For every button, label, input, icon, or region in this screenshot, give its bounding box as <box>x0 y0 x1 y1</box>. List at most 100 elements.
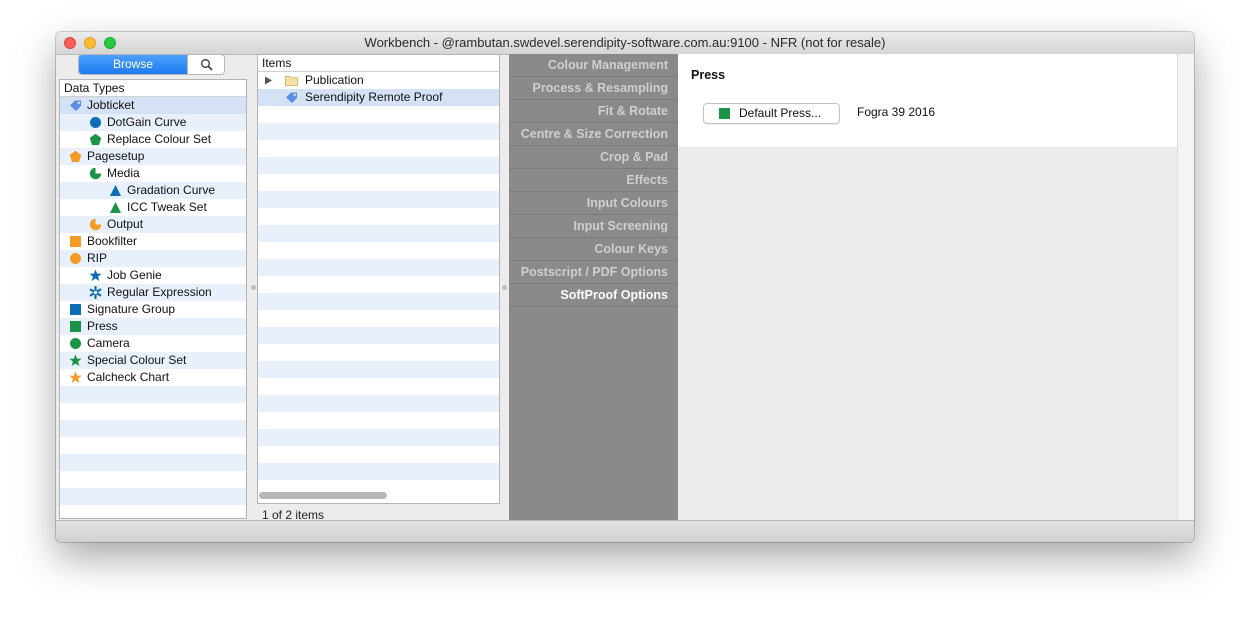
options-pane: Press Default Press... Fogra 39 2016 <box>678 54 1178 520</box>
item-row <box>258 106 499 123</box>
item-row[interactable]: Serendipity Remote Proof <box>258 89 499 106</box>
triangle-icon <box>109 184 122 197</box>
split-handle-right[interactable] <box>502 285 507 290</box>
tag-icon <box>285 91 298 104</box>
data-type-row <box>60 386 246 403</box>
press-section: Press Default Press... Fogra 39 2016 <box>678 54 1177 147</box>
data-type-row[interactable]: Calcheck Chart <box>60 369 246 386</box>
data-type-label: Pagesetup <box>87 149 145 163</box>
workbench-window: Workbench - @rambutan.swdevel.serendipit… <box>56 32 1194 542</box>
item-row <box>258 157 499 174</box>
items-list: Items Publication Serendipity Remote Proo… <box>257 54 500 504</box>
data-type-row <box>60 403 246 420</box>
data-type-row[interactable]: Regular Expression <box>60 284 246 301</box>
circle-icon <box>69 252 82 265</box>
data-type-row[interactable]: Replace Colour Set <box>60 131 246 148</box>
data-type-row[interactable]: Jobticket <box>60 97 246 114</box>
tab-input-colours[interactable]: Input Colours <box>509 192 678 215</box>
folder-icon <box>285 74 298 87</box>
tab-softproof-options[interactable]: SoftProof Options <box>509 284 678 307</box>
data-type-row[interactable]: Gradation Curve <box>60 182 246 199</box>
data-type-label: Regular Expression <box>107 285 212 299</box>
default-press-button[interactable]: Default Press... <box>703 103 840 124</box>
data-type-row[interactable]: Media <box>60 165 246 182</box>
tab-centre-size-correction[interactable]: Centre & Size Correction <box>509 123 678 146</box>
item-row <box>258 412 499 429</box>
magnifier-icon <box>200 59 213 71</box>
item-row <box>258 310 499 327</box>
data-type-label: RIP <box>87 251 108 265</box>
data-type-label: Output <box>107 217 144 231</box>
circle-icon <box>89 116 102 129</box>
data-type-row[interactable]: Bookfilter <box>60 233 246 250</box>
square-icon <box>69 235 82 248</box>
search-button[interactable] <box>187 55 224 74</box>
item-row <box>258 208 499 225</box>
data-type-label: Job Genie <box>107 268 162 282</box>
data-type-label: Jobticket <box>87 98 135 112</box>
press-section-title: Press <box>691 68 726 82</box>
data-type-label: Signature Group <box>87 302 176 316</box>
tab-colour-management[interactable]: Colour Management <box>509 54 678 77</box>
window-title: Workbench - @rambutan.swdevel.serendipit… <box>364 35 886 50</box>
item-row <box>258 276 499 293</box>
data-type-row <box>60 505 246 518</box>
disclosure-triangle-icon[interactable] <box>264 74 277 87</box>
item-row <box>258 378 499 395</box>
item-row <box>258 140 499 157</box>
tab-crop-pad[interactable]: Crop & Pad <box>509 146 678 169</box>
item-row <box>258 242 499 259</box>
options-scrollbar[interactable] <box>1177 54 1194 520</box>
triangle-icon <box>109 201 122 214</box>
close-window-button[interactable] <box>64 37 76 49</box>
item-label: Publication <box>305 73 364 87</box>
pentagon-icon <box>89 133 102 146</box>
tab-input-screening[interactable]: Input Screening <box>509 215 678 238</box>
item-row <box>258 225 499 242</box>
circle-icon <box>69 337 82 350</box>
items-horizontal-scrollbar[interactable] <box>259 492 387 499</box>
crescent-icon <box>89 218 102 231</box>
item-row <box>258 429 499 446</box>
data-type-row[interactable]: Signature Group <box>60 301 246 318</box>
item-row <box>258 259 499 276</box>
browse-button[interactable]: Browse <box>79 55 187 74</box>
data-type-label: Camera <box>87 336 130 350</box>
item-row <box>258 395 499 412</box>
item-row <box>258 293 499 310</box>
items-header: Items <box>258 55 499 72</box>
data-type-label: DotGain Curve <box>107 115 187 129</box>
data-type-row[interactable]: Special Colour Set <box>60 352 246 369</box>
tab-fit-rotate[interactable]: Fit & Rotate <box>509 100 678 123</box>
tab-effects[interactable]: Effects <box>509 169 678 192</box>
data-type-row[interactable]: DotGain Curve <box>60 114 246 131</box>
data-type-row[interactable]: ICC Tweak Set <box>60 199 246 216</box>
tab-colour-keys[interactable]: Colour Keys <box>509 238 678 261</box>
options-tab-list: Colour Management Process & Resampling Fit… <box>509 54 678 520</box>
split-handle-left[interactable] <box>251 285 256 290</box>
tab-process-resampling[interactable]: Process & Resampling <box>509 77 678 100</box>
data-type-label: ICC Tweak Set <box>127 200 207 214</box>
item-row <box>258 327 499 344</box>
pentagon-icon <box>69 150 82 163</box>
default-press-button-label: Default Press... <box>739 106 822 120</box>
asterisk-icon <box>89 285 102 300</box>
data-type-row[interactable]: Pagesetup <box>60 148 246 165</box>
data-types-list: Data Types Jobticket DotGain Curve Replace… <box>59 79 247 519</box>
data-type-label: Press <box>87 319 118 333</box>
data-type-row[interactable]: Press <box>60 318 246 335</box>
item-row <box>258 174 499 191</box>
data-type-row[interactable]: Output <box>60 216 246 233</box>
item-row[interactable]: Publication <box>258 72 499 89</box>
data-type-label: Bookfilter <box>87 234 138 248</box>
item-label: Serendipity Remote Proof <box>305 90 443 104</box>
data-type-row[interactable]: RIP <box>60 250 246 267</box>
minimize-window-button[interactable] <box>84 37 96 49</box>
data-type-row[interactable]: Camera <box>60 335 246 352</box>
data-type-row[interactable]: Job Genie <box>60 267 246 284</box>
item-row <box>258 191 499 208</box>
tab-postscript-pdf-options[interactable]: Postscript / PDF Options <box>509 261 678 284</box>
zoom-window-button[interactable] <box>104 37 116 49</box>
data-type-label: Special Colour Set <box>87 353 187 367</box>
item-row <box>258 123 499 140</box>
